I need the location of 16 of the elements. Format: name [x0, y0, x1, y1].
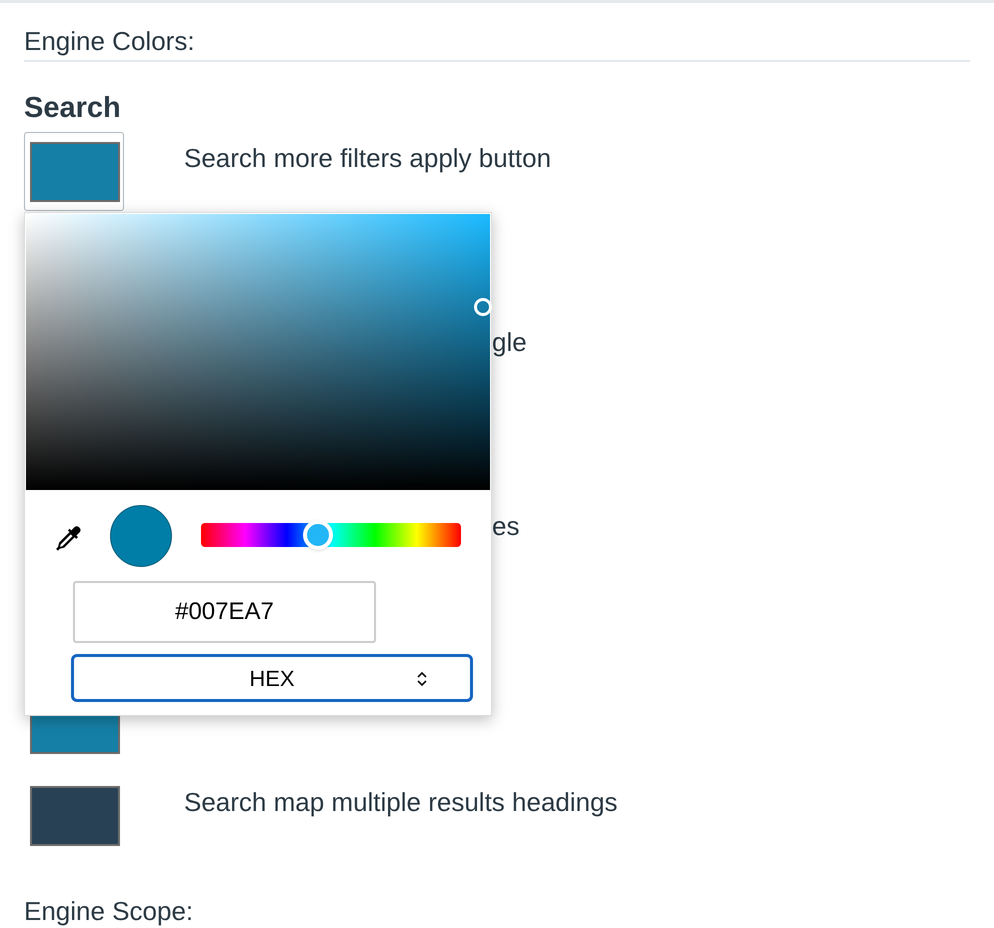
section-title: Engine Scope: — [24, 896, 194, 926]
row-label: Search more filters apply button — [184, 142, 552, 174]
saturation-area[interactable] — [26, 214, 490, 490]
chevron-icon — [416, 671, 428, 687]
row-label: Search map multiple results headings — [184, 786, 618, 818]
picker-handle[interactable] — [474, 298, 492, 316]
color-swatch[interactable] — [30, 786, 120, 846]
color-swatch[interactable] — [30, 142, 120, 202]
section-title: Engine Colors: — [24, 26, 195, 56]
hex-input[interactable]: #007EA7 — [73, 581, 376, 643]
row-label: gle — [492, 326, 527, 358]
group-heading: Search — [24, 92, 121, 124]
format-select[interactable]: HEX — [71, 654, 473, 702]
row-label: es — [492, 510, 520, 542]
hue-slider[interactable] — [201, 523, 461, 547]
slider-thumb[interactable] — [303, 520, 333, 550]
